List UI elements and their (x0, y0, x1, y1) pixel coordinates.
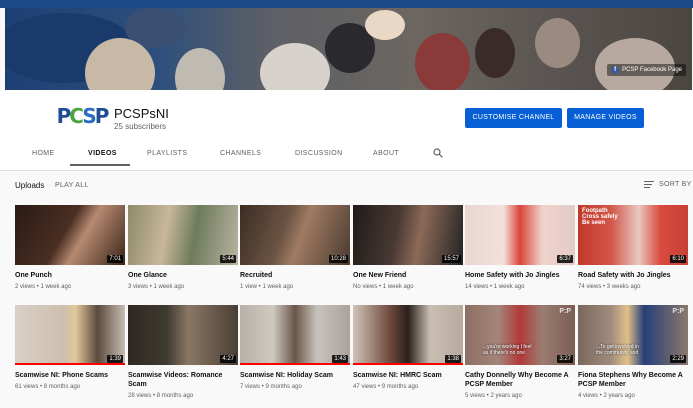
video-title[interactable]: Scamwise NI: Holiday Scam (240, 371, 350, 380)
video-meta: 3 views • 1 week ago (128, 284, 185, 290)
manage-videos-button[interactable]: MANAGE VIDEOS (567, 108, 644, 128)
video-meta: 4 views • 2 years ago (578, 393, 635, 399)
video-meta: 14 views • 1 week ago (465, 284, 525, 290)
thumbnail-caption: Footpath Cross safely Be seen (582, 208, 618, 226)
video-duration: 6:10 (670, 255, 686, 263)
thumbnail-subtitle: ...you're working I feel as if there's n… (483, 344, 532, 356)
video-thumbnail[interactable]: 1:39 (15, 305, 125, 365)
video-thumbnail[interactable]: P:P ...To get involved in the community … (578, 305, 688, 365)
channel-tabs: HOME VIDEOS PLAYLISTS CHANNELS DISCUSSIO… (0, 140, 693, 167)
avatar[interactable]: PCSP (57, 97, 109, 135)
video-duration: 7:01 (107, 255, 123, 263)
video-thumbnail[interactable]: 4:27 (128, 305, 238, 365)
video-duration: 1:43 (332, 355, 348, 363)
video-meta: No views • 1 week ago (353, 284, 414, 290)
video-duration: 1:39 (107, 355, 123, 363)
tab-videos[interactable]: VIDEOS (88, 150, 117, 157)
watermark-logo: P:P (672, 308, 684, 315)
video-thumbnail[interactable]: Footpath Cross safely Be seen 6:10 (578, 205, 688, 265)
tab-discussion[interactable]: DISCUSSION (295, 150, 343, 157)
video-meta: 47 views • 9 months ago (353, 384, 419, 390)
video-duration: 15:57 (441, 255, 461, 263)
video-card[interactable]: P:P ...To get involved in the community … (578, 305, 688, 399)
video-title[interactable]: Scamwise NI: Phone Scams (15, 371, 125, 380)
video-title[interactable]: One Punch (15, 271, 125, 280)
video-meta: 5 views • 2 years ago (465, 393, 522, 399)
video-title[interactable]: Scamwise Videos: Romance Scam (128, 371, 238, 389)
video-card[interactable]: 15:57 One New Friend No views • 1 week a… (353, 205, 463, 290)
video-card[interactable]: 1:38 Scamwise NI: HMRC Scam 47 views • 9… (353, 305, 463, 390)
avatar-logo: PCSP (56, 104, 110, 128)
video-duration: 1:38 (445, 355, 461, 363)
video-card[interactable]: 5:44 One Glance 3 views • 1 week ago (128, 205, 238, 290)
video-title[interactable]: Home Safety with Jo Jingles (465, 271, 575, 280)
tab-about[interactable]: ABOUT (373, 150, 399, 157)
thumbnail-subtitle: ...To get involved in the community and (596, 344, 639, 356)
video-card[interactable]: 1:43 Scamwise NI: Holiday Scam 7 views •… (240, 305, 350, 390)
channel-banner: f PCSP Facebook Page (5, 8, 692, 90)
tab-home[interactable]: HOME (32, 150, 55, 157)
video-thumbnail[interactable]: 10:28 (240, 205, 350, 265)
watermark-logo: P:P (559, 308, 571, 315)
video-duration: 4:27 (220, 355, 236, 363)
video-card[interactable]: P:P ...you're working I feel as if there… (465, 305, 575, 399)
video-title[interactable]: Fiona Stephens Why Become A PCSP Member (578, 371, 688, 389)
video-meta: 1 view • 1 week ago (240, 284, 294, 290)
subscriber-count: 25 subscribers (114, 122, 167, 131)
watch-progress (353, 363, 463, 365)
video-meta: 61 views • 8 months ago (15, 384, 81, 390)
video-card[interactable]: 10:28 Recruited 1 view • 1 week ago (240, 205, 350, 290)
video-thumbnail[interactable]: P:P ...you're working I feel as if there… (465, 305, 575, 365)
video-duration: 10:28 (328, 255, 348, 263)
video-card[interactable]: 6:37 Home Safety with Jo Jingles 14 view… (465, 205, 575, 290)
video-title[interactable]: Scamwise NI: HMRC Scam (353, 371, 463, 380)
video-meta: 28 views • 8 months ago (128, 393, 194, 399)
video-title[interactable]: Recruited (240, 271, 350, 280)
video-duration: 2:29 (670, 355, 686, 363)
video-thumbnail[interactable]: 1:38 (353, 305, 463, 365)
video-card[interactable]: 4:27 Scamwise Videos: Romance Scam 28 vi… (128, 305, 238, 399)
sort-icon (644, 181, 654, 188)
video-meta: 74 views • 3 weeks ago (578, 284, 641, 290)
channel-name: PCSPsNI (114, 106, 169, 121)
facebook-page-badge[interactable]: f PCSP Facebook Page (607, 64, 686, 76)
search-icon[interactable] (433, 148, 443, 158)
customise-channel-button[interactable]: CUSTOMISE CHANNEL (465, 108, 562, 128)
video-title[interactable]: One New Friend (353, 271, 463, 280)
video-duration: 3:27 (557, 355, 573, 363)
facebook-icon: f (611, 66, 620, 74)
top-bar (0, 0, 693, 8)
divider (0, 170, 693, 171)
badge-label: PCSP Facebook Page (622, 67, 682, 73)
tab-playlists[interactable]: PLAYLISTS (147, 150, 187, 157)
video-title[interactable]: One Glance (128, 271, 238, 280)
video-title[interactable]: Cathy Donnelly Why Become A PCSP Member (465, 371, 575, 389)
video-thumbnail[interactable]: 5:44 (128, 205, 238, 265)
video-thumbnail[interactable]: 6:37 (465, 205, 575, 265)
video-title[interactable]: Road Safety with Jo Jingles (578, 271, 688, 280)
video-card[interactable]: 7:01 One Punch 2 views • 1 week ago (15, 205, 125, 290)
video-meta: 7 views • 9 months ago (240, 384, 302, 390)
sort-by-button[interactable]: SORT BY (644, 181, 692, 188)
watch-progress (240, 363, 350, 365)
video-card[interactable]: Footpath Cross safely Be seen 6:10 Road … (578, 205, 688, 290)
video-duration: 6:37 (557, 255, 573, 263)
video-duration: 5:44 (220, 255, 236, 263)
video-thumbnail[interactable]: 15:57 (353, 205, 463, 265)
video-card[interactable]: 1:39 Scamwise NI: Phone Scams 61 views •… (15, 305, 125, 390)
watch-progress (15, 363, 125, 365)
video-meta: 2 views • 1 week ago (15, 284, 72, 290)
tab-channels[interactable]: CHANNELS (220, 150, 261, 157)
sort-by-label: SORT BY (659, 181, 692, 188)
video-thumbnail[interactable]: 1:43 (240, 305, 350, 365)
play-all-link[interactable]: PLAY ALL (55, 182, 89, 189)
video-thumbnail[interactable]: 7:01 (15, 205, 125, 265)
uploads-label: Uploads (15, 181, 45, 190)
active-tab-indicator (70, 164, 130, 166)
